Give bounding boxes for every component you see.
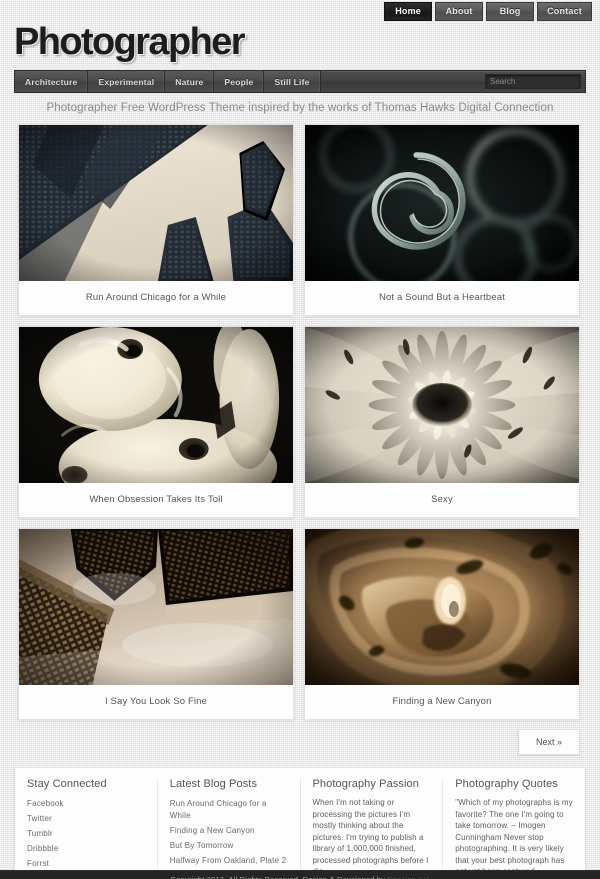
blog-post-link[interactable]: But By Tomorrow: [170, 841, 234, 850]
list-item: Facebook: [27, 797, 145, 809]
gallery-thumbnail-sepia-canyon[interactable]: [305, 529, 579, 685]
gallery-caption: Sexy: [431, 494, 453, 505]
site-tagline: Photographer Free WordPress Theme inspir…: [46, 102, 554, 114]
search-input[interactable]: [486, 77, 600, 86]
social-link-facebook[interactable]: Facebook: [27, 799, 64, 808]
search-box: [485, 74, 600, 89]
list-item: Run Around Chicago for a While: [170, 797, 288, 821]
social-link-tumblr[interactable]: Tumblr: [27, 829, 53, 838]
blog-posts-list: Run Around Chicago for a While Finding a…: [170, 797, 288, 866]
footer-column-text: When I'm not taking or processing the pi…: [312, 798, 429, 876]
gallery-card[interactable]: Run Around Chicago for a While: [18, 124, 294, 316]
gallery-thumbnail-cream-ceramic[interactable]: [19, 327, 293, 483]
list-item: Twitter: [27, 812, 145, 824]
category-people[interactable]: People: [214, 71, 265, 92]
gallery-card[interactable]: Sexy: [304, 326, 580, 518]
category-still-life[interactable]: Still Life: [264, 71, 321, 92]
gallery-card[interactable]: Not a Sound But a Heartbeat: [304, 124, 580, 316]
pagination: Next »: [0, 720, 600, 755]
gallery-caption: When Obsession Takes Its Toll: [89, 494, 223, 505]
social-link-dribbble[interactable]: Dribbble: [27, 844, 58, 853]
copyright-text: Copyright 2012. All Rights Reserved. Des…: [171, 875, 430, 879]
footer-widgets: Stay Connected Facebook Twitter Tumblr D…: [14, 767, 586, 879]
logo-area: Photographer: [0, 22, 600, 66]
top-nav-item-about[interactable]: About: [435, 2, 484, 21]
top-nav-item-contact[interactable]: Contact: [537, 2, 592, 21]
footer-column-title: Photography Passion: [312, 778, 419, 790]
category-bar: Architecture Experimental Nature People …: [14, 70, 600, 93]
gallery-caption: Run Around Chicago for a While: [85, 292, 227, 303]
gallery-grid: Run Around Chicago for a While Not a Sou…: [0, 124, 600, 720]
list-item: Finding a New Canyon: [170, 824, 288, 836]
social-link-twitter[interactable]: Twitter: [27, 814, 52, 823]
gallery-thumbnail-dark-spiral[interactable]: [305, 125, 579, 281]
top-nav-item-home[interactable]: Home: [384, 2, 433, 21]
site-logo[interactable]: Photographer: [14, 22, 246, 62]
gallery-thumbnail-flower-macro[interactable]: [305, 327, 579, 483]
list-item: Tumblr: [27, 827, 145, 839]
gallery-card[interactable]: When Obsession Takes Its Toll: [18, 326, 294, 518]
blog-post-link[interactable]: Finding a New Canyon: [170, 826, 255, 835]
footer-column-title: Stay Connected: [27, 778, 107, 790]
category-nature[interactable]: Nature: [165, 71, 215, 92]
list-item: Forrst: [27, 857, 145, 869]
footer-column-photography-quotes: Photography Quotes "Which of my photogra…: [442, 778, 585, 878]
gallery-card[interactable]: I Say You Look So Fine: [18, 528, 294, 720]
blog-post-link[interactable]: Run Around Chicago for a While: [170, 799, 267, 820]
list-item: Halfway From Oakland, Plate 2: [170, 854, 288, 866]
footer-column-text: "Which of my photographs is my favorite?…: [455, 798, 573, 876]
gallery-thumbnail-skyline-diagonal[interactable]: [19, 125, 293, 281]
footer-column-latest-blog-posts: Latest Blog Posts Run Around Chicago for…: [156, 778, 300, 878]
top-navigation: Home About Blog Contact: [384, 2, 592, 21]
footer-column-stay-connected: Stay Connected Facebook Twitter Tumblr D…: [15, 778, 157, 878]
list-item: But By Tomorrow: [170, 839, 288, 851]
copyright-bar: Copyright 2012. All Rights Reserved. Des…: [0, 869, 600, 879]
page-root: Home About Blog Contact Photographer Arc…: [0, 0, 600, 879]
blog-post-link[interactable]: Halfway From Oakland, Plate 2: [170, 856, 287, 865]
copyright-label: Copyright 2012. All Rights Reserved. Des…: [170, 874, 386, 879]
top-bar: Home About Blog Contact: [0, 0, 600, 22]
category-architecture[interactable]: Architecture: [15, 71, 89, 92]
footer-column-title: Photography Quotes: [455, 778, 558, 790]
gallery-caption: Finding a New Canyon: [392, 696, 492, 707]
gallery-caption: Not a Sound But a Heartbeat: [378, 292, 506, 303]
gallery-card[interactable]: Finding a New Canyon: [304, 528, 580, 720]
category-experimental[interactable]: Experimental: [88, 71, 166, 92]
gallery-thumbnail-sepia-towers[interactable]: [19, 529, 293, 685]
gallery-caption: I Say You Look So Fine: [104, 696, 208, 707]
top-nav-item-blog[interactable]: Blog: [486, 2, 535, 21]
social-links-list: Facebook Twitter Tumblr Dribbble Forrst: [27, 797, 145, 869]
developer-link[interactable]: Dessign.net: [388, 875, 430, 879]
footer-column-photography-passion: Photography Passion When I'm not taking …: [299, 778, 443, 878]
list-item: Dribbble: [27, 842, 145, 854]
social-link-forrst[interactable]: Forrst: [27, 859, 49, 868]
next-page-button[interactable]: Next »: [517, 729, 580, 755]
footer-column-title: Latest Blog Posts: [169, 778, 258, 790]
